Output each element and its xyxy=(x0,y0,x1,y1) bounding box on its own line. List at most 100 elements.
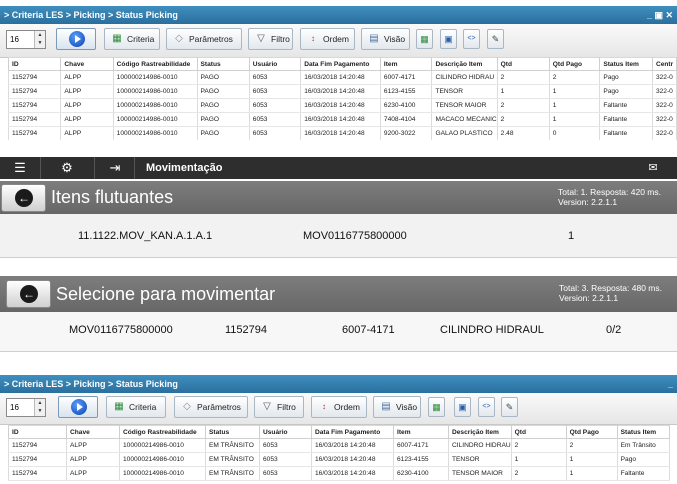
column-header[interactable]: Status xyxy=(205,425,260,439)
table-cell: 6053 xyxy=(259,466,312,481)
criteria-button[interactable]: ▦ Criteria xyxy=(106,396,166,418)
table-cell: 100000214986-0010 xyxy=(112,98,198,113)
column-header[interactable]: Data Fim Pagamento xyxy=(300,57,381,71)
save-icon[interactable]: ▣ xyxy=(440,29,457,49)
table-cell: 100000214986-0010 xyxy=(112,126,198,140)
table-cell: 2 xyxy=(496,112,550,127)
ordem-button[interactable]: ↕ Ordem xyxy=(311,396,367,418)
window-controls[interactable]: _ xyxy=(668,375,673,393)
table-row[interactable]: 1152794 ALPP 100000214986-0010 EM TRÂNSITO 6… xyxy=(8,438,670,453)
column-header[interactable]: Qtd xyxy=(510,425,567,439)
column-header[interactable]: Item xyxy=(393,425,449,439)
table-cell: 1 xyxy=(496,84,550,99)
page-size-stepper[interactable]: 16 ▲ ▼ xyxy=(6,30,46,49)
table-cell: 322-0 xyxy=(651,84,677,99)
column-header[interactable]: Código Rastreabilidade xyxy=(112,57,198,71)
visao-label: Visão xyxy=(396,402,418,412)
code-icon[interactable]: <> xyxy=(478,397,495,417)
table-cell: 1 xyxy=(565,452,618,467)
page-size-value: 16 xyxy=(10,35,19,44)
column-header[interactable]: Qtd Pago xyxy=(548,57,601,71)
table-cell: 6230-4100 xyxy=(379,98,433,113)
back-button[interactable]: ← xyxy=(6,280,51,308)
column-header[interactable]: Código Rastreabilidade xyxy=(119,425,206,439)
column-header[interactable]: Data Fim Pagamento xyxy=(311,425,394,439)
column-header[interactable]: Status Item xyxy=(616,425,670,439)
table-cell: ALPP xyxy=(60,98,114,113)
table-row[interactable]: 1152794 ALPP 100000214986-0010 EM TRÂNSITO 6… xyxy=(8,452,670,467)
table-cell: 2 xyxy=(565,438,618,453)
export-excel-button[interactable]: ▦ xyxy=(416,29,433,49)
filtro-button[interactable]: ▽ Filtro xyxy=(248,28,293,50)
table-cell: 16/03/2018 14:20:48 xyxy=(300,70,381,85)
messages-icon[interactable]: ✉ xyxy=(645,160,661,176)
page-size-value: 16 xyxy=(10,403,19,412)
table-cell: 1152794 xyxy=(7,126,62,140)
back-button[interactable]: ← xyxy=(1,184,46,212)
table-row[interactable]: 1152794 ALPP 100000214986-0010 PAGO 6053 16/0… xyxy=(7,126,677,140)
tools-icon[interactable]: ✎ xyxy=(487,29,504,49)
visao-button[interactable]: ▤ Visão xyxy=(361,28,410,50)
criteria-button[interactable]: ▦ Criteria xyxy=(104,28,160,50)
table-row[interactable]: 1152794 ALPP 100000214986-0010 PAGO 6053 16/0… xyxy=(7,112,677,127)
column-header[interactable]: Centr xyxy=(651,57,677,71)
column-header[interactable]: Chave xyxy=(60,57,114,71)
code-icon[interactable]: <> xyxy=(463,29,480,49)
table-cell: 6123-4155 xyxy=(379,84,433,99)
table-cell: PAGO xyxy=(196,70,250,85)
filtro-button[interactable]: ▽ Filtro xyxy=(254,396,304,418)
export-excel-button[interactable]: ▦ xyxy=(428,397,445,417)
run-button[interactable] xyxy=(58,396,98,418)
view-icon: ▤ xyxy=(369,33,379,44)
parametros-button[interactable]: ◇ Parâmetros xyxy=(174,396,248,418)
page-size-stepper[interactable]: 16 ▲ ▼ xyxy=(6,398,46,417)
tools-icon[interactable]: ✎ xyxy=(501,397,518,417)
breadcrumb: > Criteria LES > Picking > Status Pickin… xyxy=(0,375,677,393)
window-controls[interactable]: _ ▣ ✕ xyxy=(647,6,673,24)
table-cell: 1 xyxy=(548,84,601,99)
table-cell: TENSOR xyxy=(431,84,498,99)
table-cell: 16/03/2018 14:20:48 xyxy=(311,452,394,467)
table-row[interactable]: 1152794 ALPP 100000214986-0010 PAGO 6053 16/0… xyxy=(7,84,677,99)
list-item[interactable]: 11.1122.MOV_KAN.A.1.A.1 MOV0116775800000… xyxy=(0,214,677,258)
table-cell: 9200-3022 xyxy=(379,126,433,140)
visao-button[interactable]: ▤ Visão xyxy=(373,396,421,418)
column-header[interactable]: Item xyxy=(379,57,433,71)
criteria-label: Criteria xyxy=(127,34,155,44)
column-header[interactable]: Qtd xyxy=(496,57,550,71)
table-row[interactable]: 1152794 ALPP 100000214986-0010 EM TRÂNSITO 6… xyxy=(8,466,670,481)
column-header[interactable]: Qtd Pago xyxy=(565,425,618,439)
table-cell: 2 xyxy=(496,70,550,85)
logout-icon[interactable]: ⇥ xyxy=(107,160,123,176)
table-row[interactable]: 1152794 ALPP 100000214986-0010 PAGO 6053 16/0… xyxy=(7,98,677,113)
column-header[interactable]: Descrição Item xyxy=(431,57,498,71)
column-header[interactable]: Status Item xyxy=(599,57,653,71)
code-cell: MOV0116775800000 xyxy=(69,324,173,336)
table-cell: TENSOR MAIOR xyxy=(431,98,498,113)
total-info: Total: 3. Resposta: 480 ms. xyxy=(559,283,662,293)
column-header[interactable]: Descrição Item xyxy=(448,425,512,439)
selecione-header: ← Selecione para movimentar Total: 3. Re… xyxy=(0,276,677,312)
stepper-arrows-icon[interactable]: ▲ ▼ xyxy=(34,31,45,48)
column-header[interactable]: ID xyxy=(8,425,67,439)
tag-icon: ◇ xyxy=(175,33,183,44)
column-header[interactable]: Status xyxy=(196,57,250,71)
table-cell: CILINDRO HIDRAU xyxy=(448,438,512,453)
column-header[interactable]: Usuário xyxy=(259,425,312,439)
save-icon[interactable]: ▣ xyxy=(454,397,471,417)
table-cell: 1 xyxy=(548,98,601,113)
ordem-button[interactable]: ↕ Ordem xyxy=(300,28,355,50)
table-cell: 1152794 xyxy=(7,98,62,113)
run-button[interactable] xyxy=(56,28,96,50)
list-item[interactable]: MOV0116775800000 1152794 6007-4171 CILIN… xyxy=(0,312,677,352)
parametros-button[interactable]: ◇ Parâmetros xyxy=(166,28,242,50)
column-header[interactable]: Chave xyxy=(66,425,120,439)
column-header[interactable]: ID xyxy=(7,57,62,71)
table-cell: 7408-4104 xyxy=(379,112,433,127)
menu-icon[interactable]: ☰ xyxy=(12,160,28,176)
column-header[interactable]: Usuário xyxy=(248,57,302,71)
stepper-arrows-icon[interactable]: ▲ ▼ xyxy=(34,399,45,416)
settings-icon[interactable]: ⚙ xyxy=(59,160,75,176)
table-row[interactable]: 1152794 ALPP 100000214986-0010 PAGO 6053 16/0… xyxy=(7,70,677,85)
breadcrumb-text: > Criteria LES > Picking > Status Pickin… xyxy=(4,379,178,389)
